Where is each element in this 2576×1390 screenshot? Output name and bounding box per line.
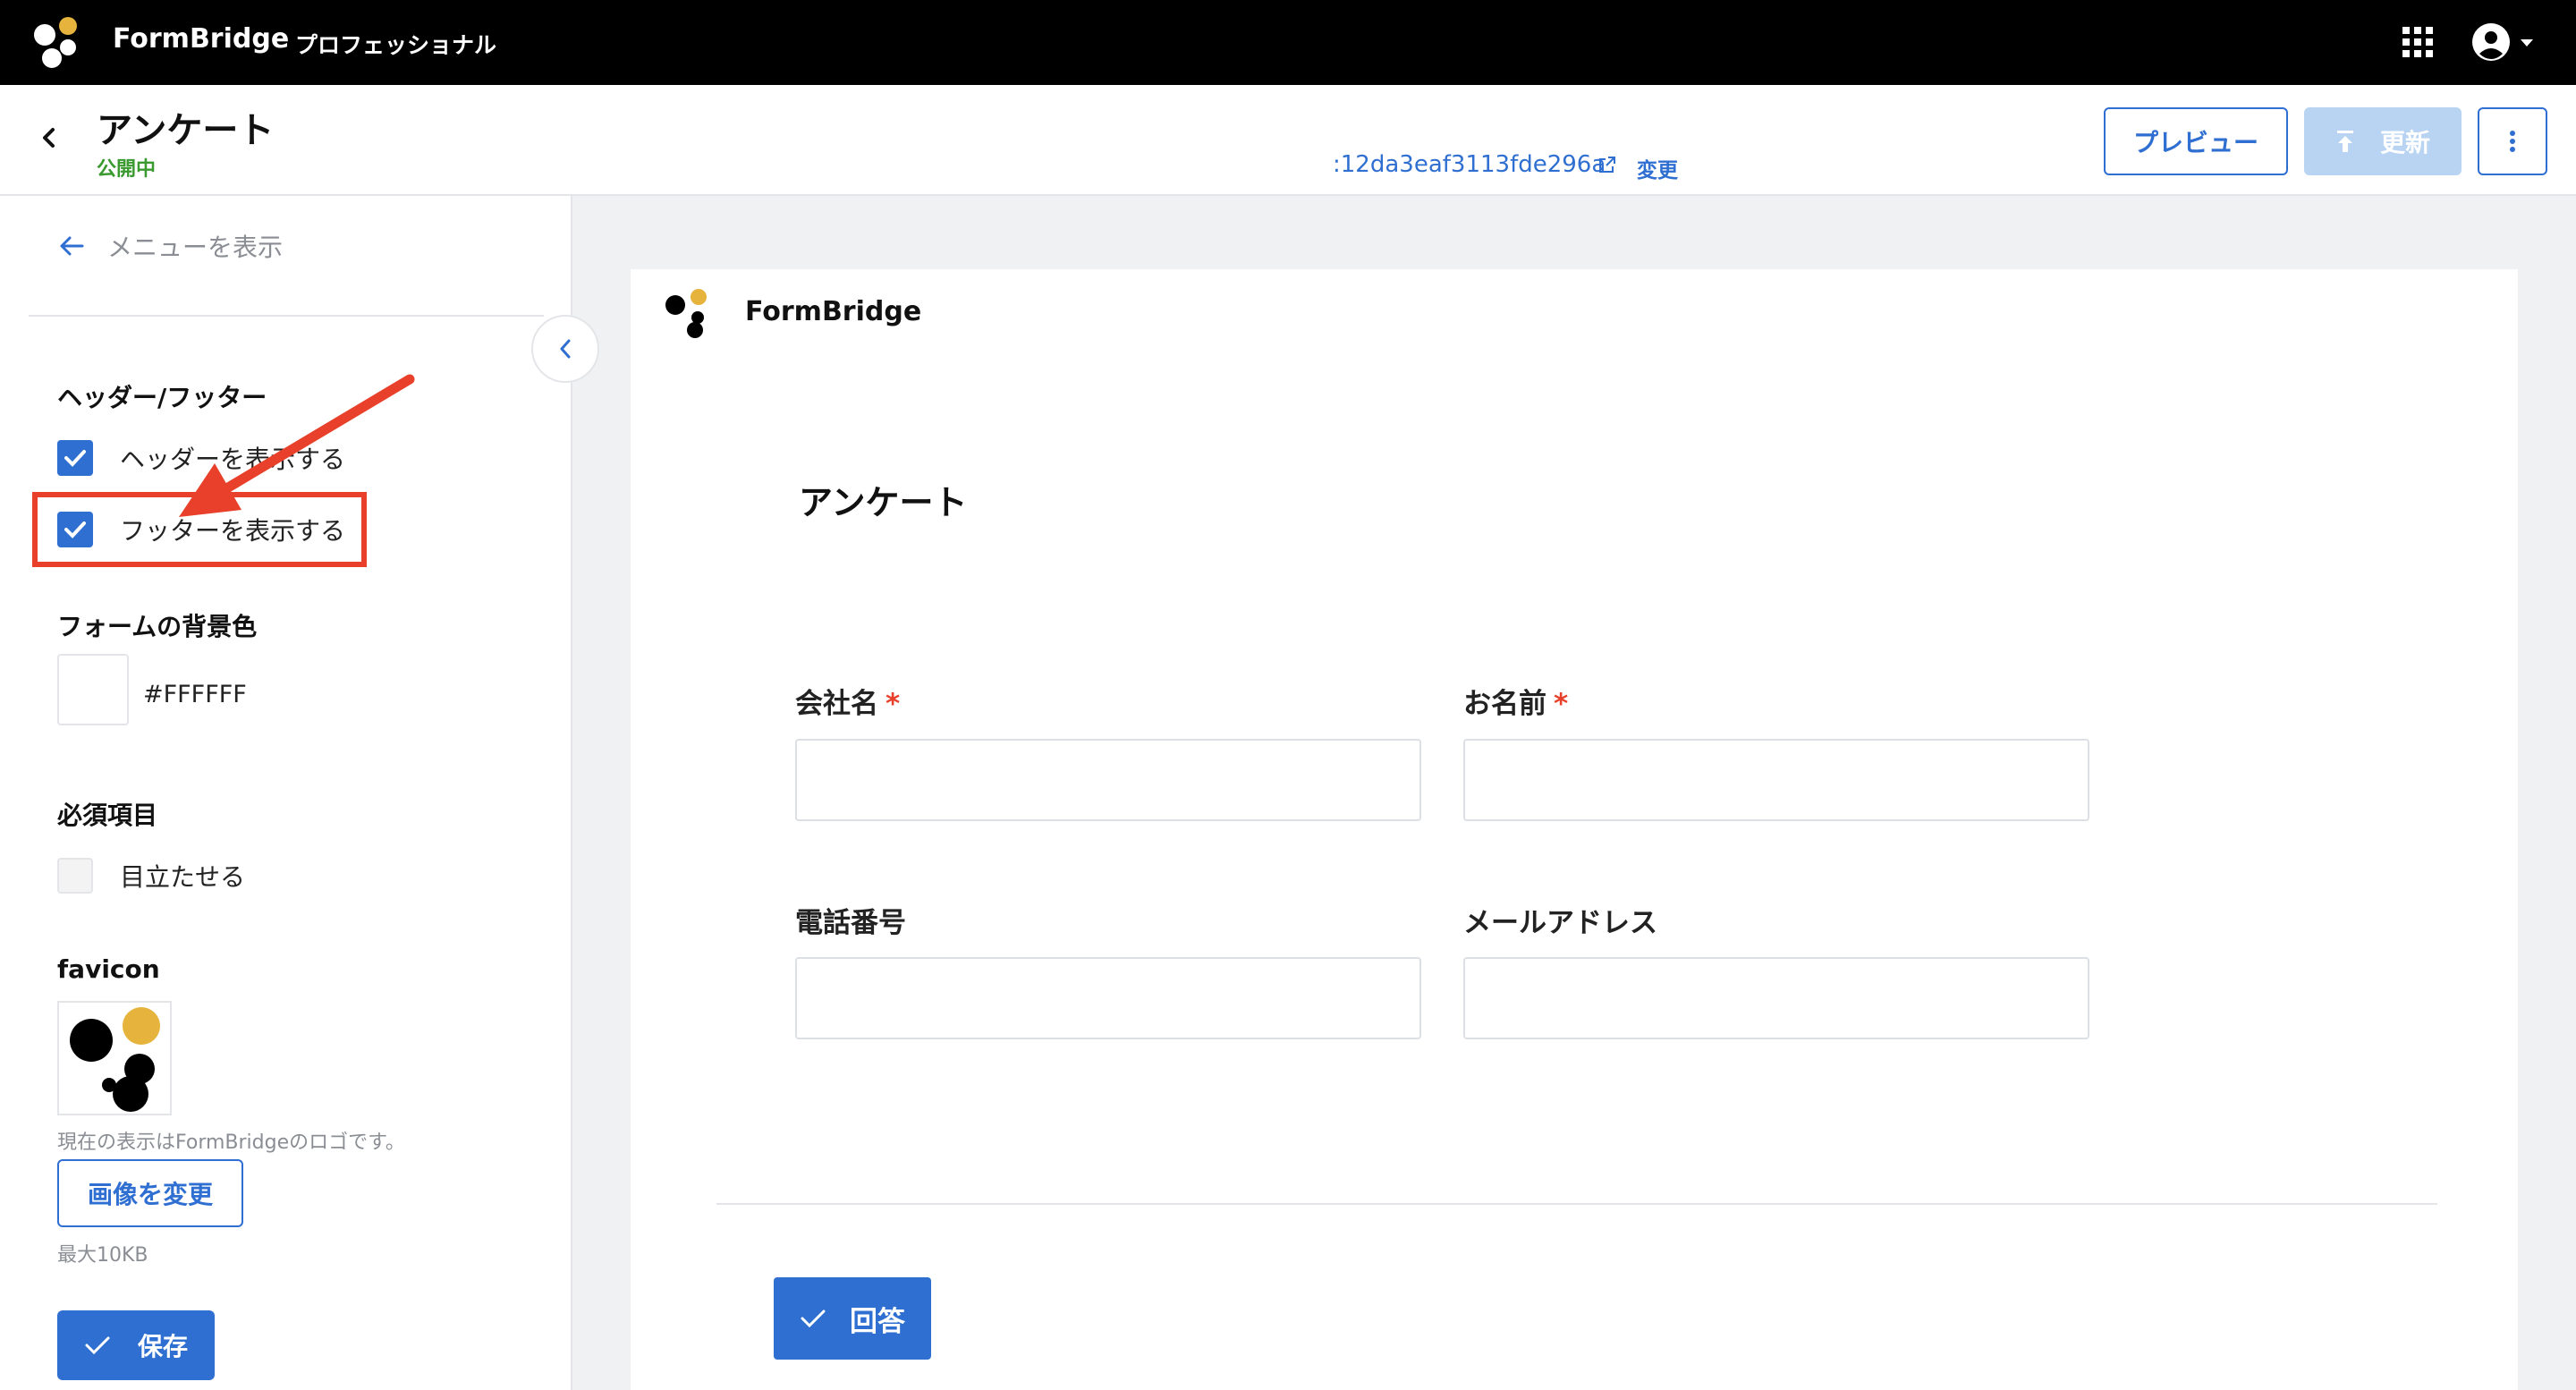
your-name-input[interactable] bbox=[1463, 739, 2089, 821]
favicon-preview bbox=[57, 1001, 172, 1115]
formbridge-logo-icon bbox=[70, 1007, 160, 1112]
check-icon bbox=[85, 1336, 110, 1355]
page-title: アンケート bbox=[97, 110, 275, 151]
preview-button[interactable]: プレビュー bbox=[2104, 107, 2288, 175]
kebab-menu-icon bbox=[2510, 131, 2515, 152]
show-menu-toggle[interactable]: メニューを表示 bbox=[59, 228, 283, 264]
highlight-required-option[interactable]: 目立たせる bbox=[57, 858, 245, 894]
your-name-label-text: お名前 bbox=[1463, 688, 1546, 720]
background-color-value[interactable]: #FFFFFF bbox=[143, 681, 247, 708]
chevron-down-icon[interactable] bbox=[2521, 39, 2533, 47]
max-size-note: 最大10KB bbox=[57, 1244, 148, 1267]
email-address-input[interactable] bbox=[1463, 957, 2089, 1039]
background-color-title: フォームの背景色 bbox=[57, 612, 258, 641]
apps-grid-icon[interactable] bbox=[2402, 27, 2433, 57]
submit-answer-label: 回答 bbox=[850, 1305, 905, 1338]
formbridge-logo-icon[interactable] bbox=[27, 15, 84, 71]
change-id-link[interactable]: 変更 bbox=[1637, 153, 1678, 183]
highlight-required-label: 目立たせる bbox=[120, 862, 246, 892]
status-badge: 公開中 bbox=[97, 158, 157, 181]
update-button[interactable]: 更新 bbox=[2304, 107, 2462, 175]
form-id-link[interactable]: :12da3eaf3113fde296a bbox=[1333, 151, 1606, 178]
check-icon bbox=[64, 450, 86, 467]
your-name-label: お名前 * bbox=[1463, 681, 1568, 721]
check-icon bbox=[801, 1309, 826, 1328]
company-name-input[interactable] bbox=[795, 739, 1421, 821]
collapse-sidebar-button[interactable] bbox=[531, 315, 599, 383]
save-label: 保存 bbox=[137, 1332, 188, 1361]
required-mark: * bbox=[886, 688, 901, 720]
save-button[interactable]: 保存 bbox=[57, 1310, 215, 1380]
required-fields-title: 必須項目 bbox=[57, 801, 158, 830]
phone-number-input[interactable] bbox=[795, 957, 1421, 1039]
submit-answer-button[interactable]: 回答 bbox=[774, 1277, 931, 1360]
change-image-button[interactable]: 画像を変更 bbox=[57, 1159, 243, 1227]
update-label: 更新 bbox=[2379, 128, 2430, 157]
footer-divider bbox=[716, 1203, 2437, 1205]
chevron-left-icon bbox=[560, 339, 571, 359]
company-name-label-text: 会社名 bbox=[795, 688, 878, 720]
email-address-label: メールアドレス bbox=[1463, 907, 1657, 939]
arrow-left-icon bbox=[60, 236, 84, 256]
app-brand[interactable]: FormBridge bbox=[113, 23, 289, 55]
show-menu-label: メニューを表示 bbox=[107, 233, 284, 262]
top-bar: FormBridge プロフェッショナル bbox=[0, 0, 2576, 85]
user-account-icon[interactable] bbox=[2470, 21, 2512, 63]
background-color-swatch[interactable] bbox=[57, 654, 129, 725]
form-header: アンケート 公開中 :12da3eaf3113fde296a 変更 プレビュー … bbox=[0, 85, 2576, 196]
more-options-button[interactable] bbox=[2478, 107, 2547, 175]
favicon-title: favicon bbox=[57, 954, 160, 984]
form-preview: FormBridge アンケート 会社名 * お名前 * 電話番号 メールアドレス … bbox=[631, 269, 2518, 1390]
formbridge-logo-icon bbox=[665, 289, 707, 338]
preview-form-title: アンケート bbox=[799, 483, 968, 522]
highlight-required-checkbox[interactable] bbox=[57, 858, 93, 894]
back-arrow-icon[interactable] bbox=[36, 124, 63, 151]
show-header-checkbox[interactable] bbox=[57, 440, 93, 476]
required-mark: * bbox=[1554, 688, 1569, 720]
external-link-icon[interactable] bbox=[1597, 155, 1617, 174]
upload-icon bbox=[2336, 131, 2353, 152]
annotation-arrow-icon bbox=[179, 374, 415, 517]
preview-brand: FormBridge bbox=[745, 296, 922, 327]
phone-number-label: 電話番号 bbox=[795, 907, 906, 939]
plan-label: プロフェッショナル bbox=[295, 32, 497, 58]
sidebar-divider bbox=[29, 315, 544, 317]
company-name-label: 会社名 * bbox=[795, 681, 900, 721]
favicon-note: 現在の表示はFormBridgeのロゴです。 bbox=[57, 1131, 405, 1154]
